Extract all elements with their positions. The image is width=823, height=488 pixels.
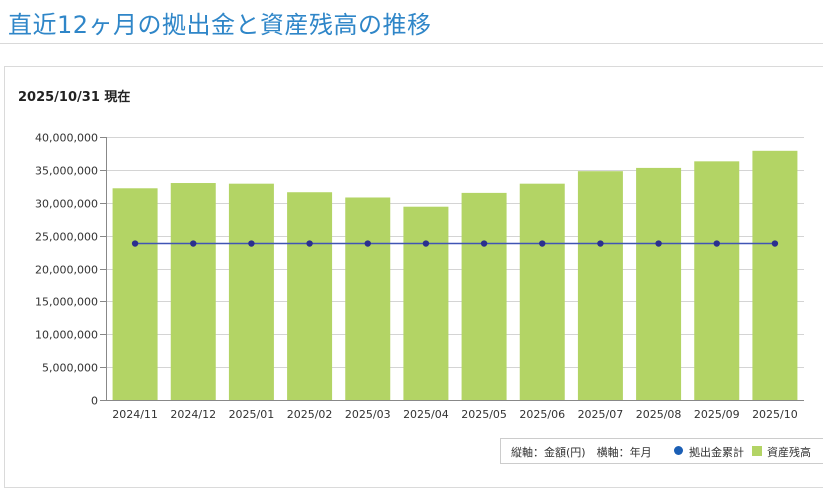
contributions-point-2025-06 — [539, 240, 546, 247]
bar-2025-10 — [752, 150, 798, 400]
y-tick-label: 40,000,000 — [35, 132, 98, 145]
legend-contributions-label: 拠出金累計 — [689, 446, 744, 459]
contributions-point-2025-03 — [364, 240, 371, 247]
legend-balance-swatch — [752, 446, 762, 456]
x-tick-label: 2025/10 — [752, 408, 798, 421]
y-tick-label: 25,000,000 — [35, 231, 98, 244]
contributions-point-2025-09 — [713, 240, 720, 247]
bar-2024-11 — [112, 188, 158, 400]
x-tick-label: 2024/11 — [112, 408, 158, 421]
x-tick-label: 2025/03 — [345, 408, 391, 421]
bar-2025-01 — [228, 183, 274, 400]
contributions-point-2025-07 — [597, 240, 604, 247]
chart-legend: 縦軸：金額(円) 横軸：年月 拠出金累計 資産残高 — [500, 438, 823, 464]
bar-2025-08 — [636, 167, 682, 400]
bar-2025-03 — [345, 197, 391, 400]
contributions-point-2024-11 — [131, 240, 139, 247]
bar-2025-05 — [461, 192, 507, 400]
x-tick-label: 2025/05 — [461, 408, 507, 421]
y-tick-label: 10,000,000 — [35, 329, 98, 342]
y-tick-label: 30,000,000 — [35, 198, 98, 211]
y-tick-label: 5,000,000 — [42, 362, 98, 375]
x-tick-label: 2025/07 — [578, 408, 624, 421]
bar-2025-02 — [287, 192, 333, 400]
x-tick-label: 2025/04 — [403, 408, 449, 421]
bar-2025-04 — [403, 206, 449, 400]
legend-contributions-marker — [674, 446, 683, 455]
y-tick-label: 35,000,000 — [35, 165, 98, 178]
bar-2025-09 — [694, 161, 740, 400]
contributions-point-2025-01 — [248, 240, 255, 247]
balance-contribution-chart: 0 5,000,000 10,000,000 15,000,000 20,000,000… — [35, 132, 804, 421]
contributions-point-2025-10 — [771, 240, 779, 247]
bar-2025-07 — [577, 171, 623, 400]
legend-axis-note: 縦軸：金額(円) 横軸：年月 — [511, 446, 652, 459]
y-tick-label: 0 — [91, 395, 98, 408]
x-tick-label: 2025/06 — [519, 408, 565, 421]
contributions-point-2025-08 — [655, 240, 662, 247]
x-tick-label: 2025/01 — [229, 408, 275, 421]
x-tick-label: 2024/12 — [170, 408, 216, 421]
y-tick-label: 20,000,000 — [35, 264, 98, 277]
x-tick-label: 2025/09 — [694, 408, 740, 421]
bar-2025-06 — [519, 183, 565, 400]
contributions-point-2025-04 — [422, 240, 430, 247]
contributions-point-2025-02 — [306, 240, 313, 247]
x-tick-label: 2025/02 — [287, 408, 333, 421]
y-tick-label: 15,000,000 — [35, 296, 98, 309]
legend-balance-label: 資産残高 — [767, 446, 811, 459]
contributions-point-2025-05 — [480, 240, 488, 247]
contributions-point-2024-12 — [190, 240, 197, 247]
bar-2024-12 — [170, 183, 216, 400]
x-tick-label: 2025/08 — [636, 408, 682, 421]
